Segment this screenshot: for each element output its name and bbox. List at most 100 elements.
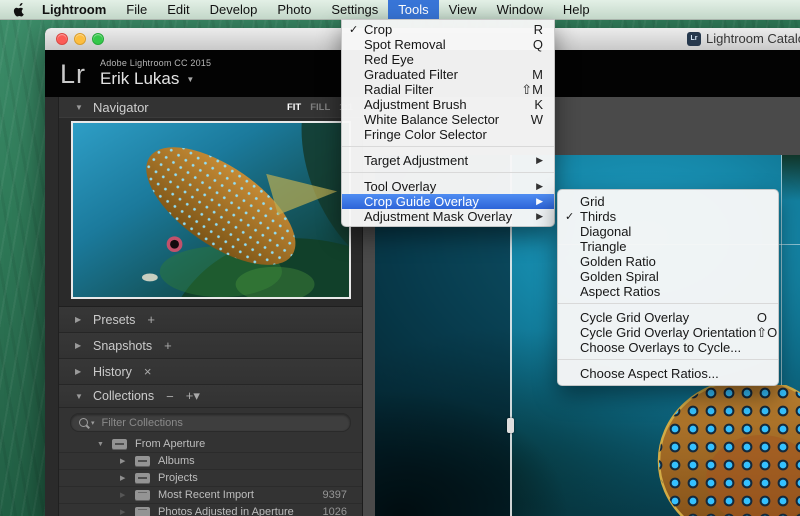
app-version-label: Adobe Lightroom CC 2015 [100,58,211,68]
identity-user[interactable]: Erik Lukas▼ [100,69,211,89]
menu-bar-items: LightroomFileEditDevelopPhotoSettingsToo… [32,0,600,19]
crop-guide-overlay-submenu: Grid✓ThirdsDiagonalTriangleGolden RatioG… [557,189,779,386]
menu-item-golden-ratio[interactable]: Golden Ratio [558,254,778,269]
menu-item-fringe-color-selector[interactable]: Fringe Color Selector [342,127,554,142]
menubar-item-develop[interactable]: Develop [200,0,268,19]
menu-item-label: Cycle Grid Overlay [580,310,689,325]
clear-icon[interactable]: × [144,364,152,379]
menu-item-label: Golden Ratio [580,254,656,269]
menu-item-adjustment-brush[interactable]: Adjustment BrushK [342,97,554,112]
menu-item-target-adjustment[interactable]: Target Adjustment▶ [342,153,554,168]
menubar-item-photo[interactable]: Photo [267,0,321,19]
submenu-arrow-icon: ▶ [536,211,543,222]
menu-item-golden-spiral[interactable]: Golden Spiral [558,269,778,284]
menu-item-cycle-grid-overlay[interactable]: Cycle Grid OverlayO [558,310,778,325]
menu-item-thirds[interactable]: ✓Thirds [558,209,778,224]
collection-item-photos-adjusted-in-aperture[interactable]: ▶Photos Adjusted in Aperture1026 [59,504,362,516]
apple-menu-icon[interactable] [6,2,32,17]
menubar-item-tools[interactable]: Tools [388,0,438,19]
minimize-window-button[interactable] [74,33,86,45]
zoom-window-button[interactable] [92,33,104,45]
menu-item-label: Golden Spiral [580,269,659,284]
menu-item-label: Diagonal [580,224,631,239]
menu-separator [558,359,778,362]
panel-label: Snapshots [93,339,152,353]
remove-icon[interactable]: − [166,389,174,404]
menu-shortcut: ⇧M [521,82,543,98]
menu-item-choose-overlays-to-cycle[interactable]: Choose Overlays to Cycle... [558,340,778,355]
check-icon: ✓ [349,23,364,36]
menubar-item-edit[interactable]: Edit [157,0,199,19]
menu-item-red-eye[interactable]: Red Eye [342,52,554,67]
menu-item-label: Adjustment Mask Overlay [364,209,512,224]
panel-header-snapshots[interactable]: ▶Snapshots+ [59,333,362,359]
menu-item-label: Aspect Ratios [580,284,660,299]
collection-item-projects[interactable]: ▶Projects [59,470,362,487]
panel-stack: ▶Presets+ ▶ Snapshots + ▶History× ▼ Collection… [59,307,362,516]
menu-item-choose-aspect-ratios[interactable]: Choose Aspect Ratios... [558,366,778,381]
collection-count: 1026 [323,506,347,516]
coral-shadow [782,155,800,201]
menu-item-label: Choose Overlays to Cycle... [580,340,741,355]
menu-item-label: Thirds [580,209,616,224]
menu-item-tool-overlay[interactable]: Tool Overlay▶ [342,179,554,194]
menu-item-label: White Balance Selector [364,112,499,127]
menu-item-radial-filter[interactable]: Radial Filter⇧M [342,82,554,97]
panel-label: Collections [93,389,154,403]
menu-item-aspect-ratios[interactable]: Aspect Ratios [558,284,778,299]
collection-item-from-aperture[interactable]: ▼From Aperture [59,436,362,453]
add-icon[interactable]: + [164,338,172,353]
menu-shortcut: M [532,67,543,82]
crop-side-handle[interactable] [507,418,514,433]
add-menu-icon[interactable]: +▾ [186,388,200,404]
navigator-preview-image[interactable] [71,121,351,299]
navigator-label: Navigator [93,100,149,115]
menu-item-triangle[interactable]: Triangle [558,239,778,254]
disclosure-open-icon: ▼ [75,392,85,401]
menu-shortcut: W [531,112,543,127]
menu-item-spot-removal[interactable]: Spot RemovalQ [342,37,554,52]
left-panel: ▼ Navigator FITFILL1:1 [59,97,363,516]
submenu-arrow-icon: ▶ [536,196,543,207]
menubar-item-file[interactable]: File [116,0,157,19]
zoom-mode-fill[interactable]: FILL [310,102,330,113]
menubar-item-lightroom[interactable]: Lightroom [32,0,116,19]
menubar-item-settings[interactable]: Settings [321,0,388,19]
menu-item-adjustment-mask-overlay[interactable]: Adjustment Mask Overlay ▶ [342,209,554,224]
navigator-header[interactable]: ▼ Navigator FITFILL1:1 [59,97,362,117]
menu-item-label: Graduated Filter [364,67,458,82]
menu-item-graduated-filter[interactable]: Graduated Filter M [342,67,554,82]
close-window-button[interactable] [56,33,68,45]
menu-shortcut: ⇧O [756,325,777,341]
menu-shortcut: R [534,22,543,37]
panel-edge-rail[interactable] [45,97,59,516]
disclosure-closed-icon: ▶ [120,474,129,482]
menubar-item-view[interactable]: View [439,0,487,19]
disclosure-closed-icon: ▶ [120,491,129,499]
coral-grouper-closeup [631,385,800,516]
menu-item-label: Choose Aspect Ratios... [580,366,719,381]
menu-item-label: Crop [364,22,392,37]
menu-item-label: Target Adjustment [364,153,468,168]
menu-item-crop[interactable]: ✓Crop R [342,22,554,37]
panel-header-collections[interactable]: ▼ Collections−+▾ [59,385,362,408]
filter-collections-input[interactable]: ▾Filter Collections [70,413,351,432]
collection-item-albums[interactable]: ▶Albums [59,453,362,470]
menu-item-label: Tool Overlay [364,179,436,194]
menu-item-white-balance-selector[interactable]: White Balance Selector W [342,112,554,127]
add-icon[interactable]: + [147,312,155,327]
menu-item-cycle-grid-overlay-orientation[interactable]: Cycle Grid Overlay Orientation⇧O [558,325,778,340]
menubar-item-window[interactable]: Window [487,0,553,19]
panel-header-presets[interactable]: ▶Presets+ [59,307,362,333]
menu-separator [558,303,778,306]
menu-item-crop-guide-overlay[interactable]: Crop Guide Overlay▶ [342,194,554,209]
menu-item-grid[interactable]: Grid [558,194,778,209]
panel-header-history[interactable]: ▶History× [59,359,362,385]
navigator-preview-frame [59,117,362,307]
disclosure-open-icon: ▼ [75,103,85,112]
collection-item-most-recent-import[interactable]: ▶Most Recent Import9397 [59,487,362,504]
zoom-mode-fit[interactable]: FIT [287,102,301,113]
menu-item-diagonal[interactable]: Diagonal [558,224,778,239]
menubar-item-help[interactable]: Help [553,0,600,19]
menu-item-label: Grid [580,194,605,209]
